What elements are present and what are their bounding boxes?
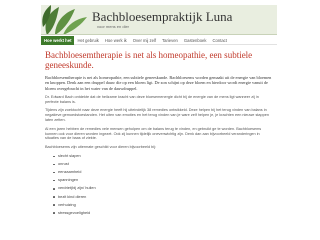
site-header: Bachbloesempraktijk Luna voor mens en di… (41, 5, 277, 35)
nav-item-gastenboek[interactable]: Gastenboek (181, 36, 210, 45)
page-title: Bachbloesemtherapie is net als homeopath… (45, 50, 253, 70)
intro-paragraph: Bachbloesemtherapie is net als homeopath… (45, 75, 272, 91)
list-item: stressgevoeligheid (53, 210, 273, 216)
nav-item-het-gebruik[interactable]: Het gebruik (74, 36, 101, 45)
main-nav: Hoe werkt het Het gebruik Hoe werk ik Ov… (41, 35, 277, 45)
nav-item-contact[interactable]: Contact (209, 36, 229, 45)
paragraph: Bachbloesems zijn uitermate geschikt voo… (45, 145, 157, 150)
site-title[interactable]: Bachbloesempraktijk Luna (92, 9, 232, 25)
list-item: slecht slapen (53, 154, 273, 159)
list-item: onrust (53, 162, 273, 167)
list-item: bezit kind dieren (53, 194, 273, 200)
paragraph: Al een jaren hebben de remedies vele men… (45, 126, 262, 141)
site-tagline: voor mens en dier (97, 24, 130, 29)
nav-item-hoe-werk-ik[interactable]: Hoe werk ik (102, 36, 130, 45)
list-item: verdriet(bij zijn/ huilen (53, 186, 273, 191)
list-item: eenzaamheid (53, 170, 273, 175)
paragraph: Tijdens zijn zoektocht naar deze energie… (45, 108, 269, 123)
paragraph: Dr. Edward Bach ontdekte dat de heilzame… (45, 94, 259, 104)
symptom-list: slecht slapen onrust eenzaamheid spannin… (53, 154, 273, 215)
nav-item-over-mij-zelf[interactable]: Over mij zelf (130, 36, 159, 45)
main-content: Bachbloesemtherapie is net als homeopath… (41, 50, 277, 240)
list-item: spanningen (53, 178, 273, 183)
list-item: verhuizing (53, 202, 273, 208)
page: Bachbloesempraktijk Luna voor mens en di… (0, 0, 320, 240)
nav-item-hoe-werkt-het[interactable]: Hoe werkt het (41, 35, 75, 45)
nav-item-tarieven[interactable]: Tarieven (159, 36, 181, 45)
